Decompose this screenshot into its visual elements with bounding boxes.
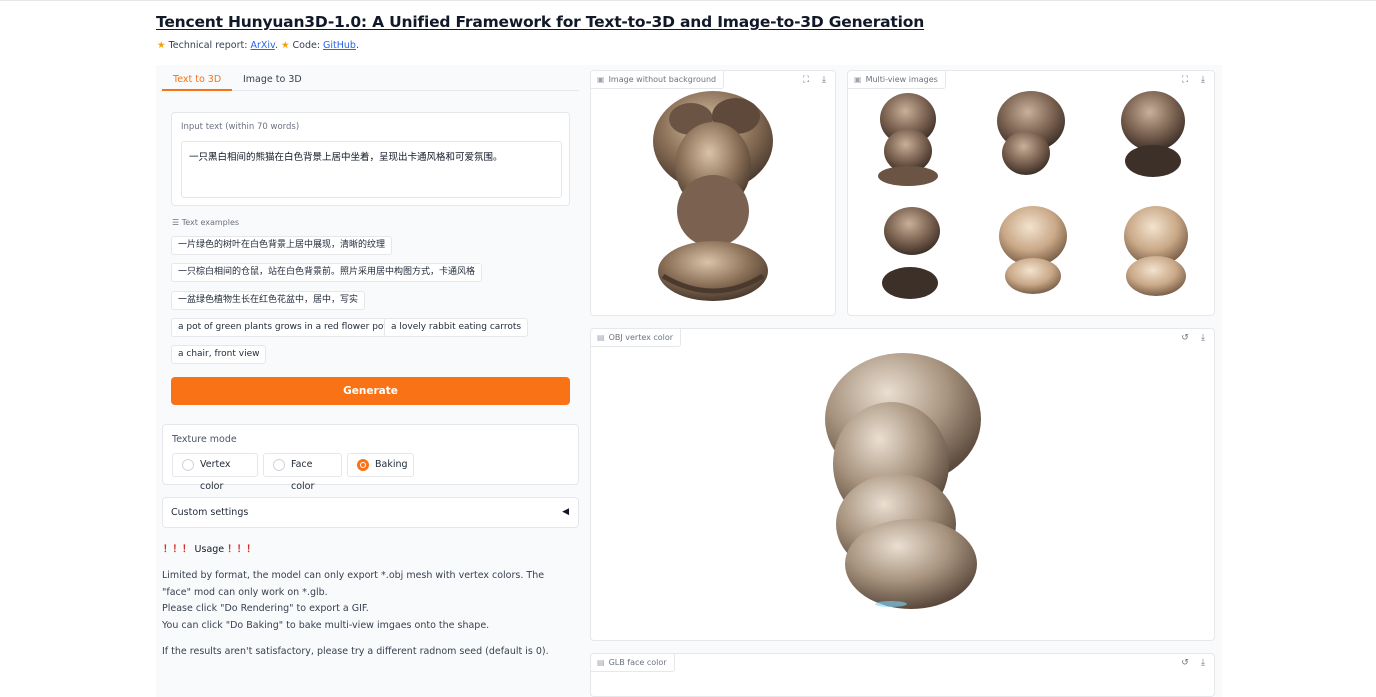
github-link[interactable]: GitHub <box>323 40 356 51</box>
star-icon: ★ <box>157 40 166 51</box>
generate-button[interactable]: Generate <box>171 377 570 405</box>
radio-unchecked-icon <box>273 459 285 471</box>
code-prefix: Code: <box>292 40 324 51</box>
input-text-label: Input text (within 70 words) <box>181 122 300 132</box>
reset-icon[interactable]: ↺ <box>1178 656 1192 670</box>
view-6 <box>1124 206 1188 296</box>
texture-mode-label: Texture mode <box>172 434 237 445</box>
usage-text: Limited by format, the model can only ex… <box>162 568 572 634</box>
bust-image <box>653 91 773 301</box>
arxiv-link[interactable]: ArXiv <box>250 40 274 51</box>
tab-image-to-3d[interactable]: Image to 3D <box>232 73 313 91</box>
custom-settings-label: Custom settings <box>171 507 249 518</box>
input-textarea[interactable]: 一只黑白相间的熊猫在白色背景上居中坐着，呈现出卡通风格和可爱氛围。 <box>181 141 562 198</box>
multi-view-images-panel: ▣ Multi-view images ⛶ ⤓ <box>847 70 1215 316</box>
report-prefix: Technical report: <box>168 40 251 51</box>
usage-line: You can click "Do Baking" to bake multi-… <box>162 619 490 631</box>
glb-face-color-panel: ▤ GLB face color ↺ ⤓ <box>590 653 1215 697</box>
radio-label: Face color <box>291 459 315 492</box>
3d-model-viewer[interactable] <box>591 329 1215 641</box>
usage-heading: ！！！ Usage ！！！ <box>163 541 256 555</box>
example-chip[interactable]: a lovely rabbit eating carrots <box>384 318 529 337</box>
file-icon: ▤ <box>597 658 605 667</box>
image-without-background-panel: ▣ Image without background ⛶ ⤓ <box>590 70 836 316</box>
download-icon[interactable]: ⤓ <box>1196 656 1210 670</box>
usage-line: Limited by format, the model can only ex… <box>162 570 545 598</box>
star-icon: ★ <box>280 40 290 51</box>
page-title: Tencent Hunyuan3D-1.0: A Unified Framewo… <box>156 13 925 31</box>
example-chip[interactable]: a chair, front view <box>171 345 267 364</box>
radio-checked-icon <box>357 459 369 471</box>
list-icon: ☰ <box>172 218 180 227</box>
text-examples-label: ☰ Text examples <box>172 218 239 227</box>
warning-marks: ！！！ <box>163 544 192 555</box>
view-3 <box>1121 91 1185 177</box>
mode-tabs: Text to 3D Image to 3D <box>162 71 579 91</box>
app-container: Text to 3D Image to 3D Input text (withi… <box>156 65 1222 697</box>
view-2 <box>997 91 1065 175</box>
collapse-arrow-icon: ◀ <box>562 507 569 517</box>
example-chip[interactable]: a pot of green plants grows in a red flo… <box>171 318 397 337</box>
radio-face-color[interactable]: Face color <box>263 453 342 492</box>
tab-text-to-3d[interactable]: Text to 3D <box>162 73 233 91</box>
radio-label: Vertex color <box>200 459 231 492</box>
top-divider <box>0 0 1376 1</box>
panel-label: ▤ GLB face color <box>591 654 675 672</box>
period-text: . <box>355 40 359 51</box>
page-subtitle: ★ Technical report: ArXiv. ★ Code: GitHu… <box>157 40 359 51</box>
view-5 <box>999 206 1067 294</box>
view-4 <box>882 207 940 299</box>
usage-title: Usage <box>194 544 225 555</box>
example-chip[interactable]: 一盆绿色植物生长在红色花盆中，居中，写实 <box>171 291 366 310</box>
multi-view-grid <box>878 91 1188 299</box>
panel-toolbar: ↺ ⤓ <box>1178 656 1210 670</box>
obj-vertex-color-panel: ▤ OBJ vertex color ↺ ⤓ <box>590 328 1215 641</box>
radio-unchecked-icon <box>182 459 194 471</box>
texture-mode-group: Texture mode Vertex color Face color Bak… <box>162 424 579 492</box>
seed-note: If the results aren't satisfactory, plea… <box>162 646 549 657</box>
radio-label: Baking <box>375 459 408 470</box>
custom-settings-accordion[interactable]: Custom settings ◀ <box>162 497 579 528</box>
example-chip[interactable]: 一只棕白相间的仓鼠，站在白色背景前。照片采用居中构图方式，卡通风格 <box>171 263 483 282</box>
radio-vertex-color[interactable]: Vertex color <box>172 453 258 492</box>
example-chip[interactable]: 一片绿色的树叶在白色背景上居中展现，清晰的纹理 <box>171 236 393 255</box>
usage-line: Please click "Do Rendering" to export a … <box>162 603 369 614</box>
radio-baking[interactable]: Baking <box>347 453 414 477</box>
view-1 <box>878 93 938 186</box>
warning-marks: ！！！ <box>227 544 256 555</box>
text-examples-title: Text examples <box>181 218 240 227</box>
input-text-card: Input text (within 70 words) 一只黑白相间的熊猫在白… <box>171 112 570 206</box>
panel-title: GLB face color <box>608 658 667 667</box>
